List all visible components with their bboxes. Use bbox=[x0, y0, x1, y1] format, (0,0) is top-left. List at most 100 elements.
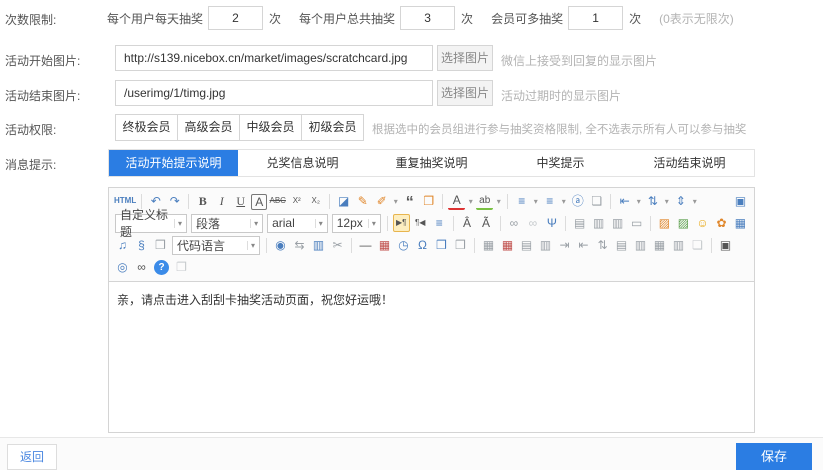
time-icon[interactable]: ◷ bbox=[395, 236, 412, 254]
snapshot-icon[interactable]: ✂ bbox=[329, 236, 346, 254]
tab-activity-end-note[interactable]: 活动结束说明 bbox=[625, 150, 754, 176]
paragraph-spacing-icon[interactable]: ⇅ bbox=[644, 192, 661, 210]
indent-icon[interactable]: ⇤ bbox=[616, 192, 633, 210]
insert-code-icon[interactable]: ❒ bbox=[152, 236, 169, 254]
fullscreen-icon[interactable]: ▣ bbox=[732, 192, 749, 210]
image-align-right-icon[interactable]: ▥ bbox=[609, 214, 626, 232]
template-icon[interactable]: ❒ bbox=[433, 236, 450, 254]
blank-doc-icon[interactable]: ❏ bbox=[588, 192, 605, 210]
image-manager-icon[interactable]: ▨ bbox=[675, 214, 692, 232]
special-char-icon[interactable]: Ω bbox=[414, 236, 431, 254]
insert-col-icon[interactable]: ⇤ bbox=[575, 236, 592, 254]
member-extra-input[interactable] bbox=[568, 6, 623, 30]
preview-icon[interactable]: ◎ bbox=[114, 258, 131, 276]
date-icon[interactable]: ▦ bbox=[376, 236, 393, 254]
lowercase-icon[interactable]: Ã bbox=[478, 214, 495, 232]
dropdown-caret-icon[interactable]: ▾ bbox=[391, 197, 400, 206]
paste-icon[interactable]: ❐ bbox=[173, 258, 190, 276]
merge-cells-icon[interactable]: ⇅ bbox=[594, 236, 611, 254]
strikethrough-icon[interactable]: ABC bbox=[269, 192, 286, 210]
member-level-ultimate[interactable]: 终极会员 bbox=[115, 114, 178, 141]
rtl-icon[interactable]: ¶◀ bbox=[412, 214, 429, 232]
back-button[interactable]: 返回 bbox=[7, 444, 57, 470]
italic-icon[interactable]: I bbox=[213, 192, 230, 210]
end-image-input[interactable] bbox=[115, 80, 433, 106]
ordered-list-icon[interactable]: ≡ bbox=[513, 192, 530, 210]
anchor2-icon[interactable]: Ψ bbox=[543, 214, 560, 232]
pagebreak-icon[interactable]: ⇆ bbox=[291, 236, 308, 254]
table-full-icon[interactable]: ▦ bbox=[651, 236, 668, 254]
page-doc-icon[interactable]: ❏ bbox=[689, 236, 706, 254]
unlink-icon[interactable]: ∞ bbox=[524, 214, 541, 232]
auto-typeset-icon[interactable]: ✐ bbox=[373, 192, 390, 210]
tab-activity-start-note[interactable]: 活动开始提示说明 bbox=[109, 150, 238, 176]
print-icon[interactable]: ▣ bbox=[717, 236, 734, 254]
unordered-list-icon[interactable]: ≡ bbox=[541, 192, 558, 210]
member-level-junior[interactable]: 初级会员 bbox=[301, 114, 364, 141]
border-text-icon[interactable]: A bbox=[251, 194, 267, 210]
delete-table-icon[interactable]: ▦ bbox=[499, 236, 516, 254]
line-spacing-icon[interactable]: ⇕ bbox=[672, 192, 689, 210]
emotion-icon[interactable]: ☺ bbox=[694, 214, 711, 232]
split-rows-icon[interactable]: ▤ bbox=[613, 236, 630, 254]
document-icon[interactable]: ❒ bbox=[452, 236, 469, 254]
table-caption-icon[interactable]: ▥ bbox=[537, 236, 554, 254]
code-language-select[interactable]: 代码语言▾ bbox=[172, 236, 260, 255]
paragraph-format-icon[interactable]: ≡ bbox=[431, 214, 448, 232]
format-brush-icon[interactable]: ✎ bbox=[354, 192, 371, 210]
total-input[interactable] bbox=[400, 6, 455, 30]
dropdown-caret-icon[interactable]: ▾ bbox=[662, 197, 671, 206]
horizontal-rule-icon[interactable]: — bbox=[357, 236, 374, 254]
member-level-high[interactable]: 高级会员 bbox=[177, 114, 240, 141]
anchor-icon[interactable]: ⓐ bbox=[569, 192, 586, 210]
insert-row-icon[interactable]: ⇥ bbox=[556, 236, 573, 254]
font-size-select[interactable]: 12px▾ bbox=[332, 214, 381, 233]
end-image-pick-button[interactable]: 选择图片 bbox=[437, 80, 493, 106]
image-align-left-icon[interactable]: ▤ bbox=[571, 214, 588, 232]
insert-image-icon[interactable]: ▨ bbox=[656, 214, 673, 232]
help-icon[interactable]: ? bbox=[154, 260, 169, 275]
subscript-icon[interactable]: X₂ bbox=[307, 192, 324, 210]
image-align-center-icon[interactable]: ▥ bbox=[590, 214, 607, 232]
dropdown-caret-icon[interactable]: ▾ bbox=[634, 197, 643, 206]
dropdown-caret-icon[interactable]: ▾ bbox=[559, 197, 568, 206]
insert-table-icon[interactable]: ▦ bbox=[480, 236, 497, 254]
highlight-color-icon[interactable]: ab bbox=[476, 193, 493, 210]
member-level-middle[interactable]: 中级会员 bbox=[239, 114, 302, 141]
start-image-pick-button[interactable]: 选择图片 bbox=[437, 45, 493, 71]
font-family-select[interactable]: arial▾ bbox=[267, 214, 328, 233]
dropdown-caret-icon[interactable]: ▾ bbox=[690, 197, 699, 206]
table-sort-icon[interactable]: ▥ bbox=[670, 236, 687, 254]
tab-redeem-info[interactable]: 兑奖信息说明 bbox=[238, 150, 367, 176]
map-icon[interactable]: ◉ bbox=[272, 236, 289, 254]
editor-content[interactable]: 亲，请点击进入刮刮卡抽奖活动页面，祝您好运哦！ bbox=[109, 282, 754, 437]
insert-video-icon[interactable]: ▦ bbox=[732, 214, 749, 232]
per-day-input[interactable] bbox=[208, 6, 263, 30]
uppercase-icon[interactable]: Â bbox=[459, 214, 476, 232]
split-cols-icon[interactable]: ▥ bbox=[632, 236, 649, 254]
table-title-icon[interactable]: ▤ bbox=[518, 236, 535, 254]
tab-repeat-draw[interactable]: 重复抽奖说明 bbox=[367, 150, 496, 176]
font-color-icon[interactable]: A bbox=[448, 193, 465, 210]
eraser-icon[interactable]: ◪ bbox=[335, 192, 352, 210]
underline-icon[interactable]: U bbox=[232, 192, 249, 210]
superscript-icon[interactable]: X² bbox=[288, 192, 305, 210]
start-image-input[interactable] bbox=[115, 45, 433, 71]
scrawl-icon[interactable]: ✿ bbox=[713, 214, 730, 232]
save-button[interactable]: 保存 bbox=[736, 443, 812, 470]
dropdown-caret-icon[interactable]: ▾ bbox=[531, 197, 540, 206]
columns-icon[interactable]: ▥ bbox=[310, 236, 327, 254]
attachment-icon[interactable]: § bbox=[133, 236, 150, 254]
search-replace-icon[interactable]: ∞ bbox=[133, 258, 150, 276]
music-icon[interactable]: ♫ bbox=[114, 236, 131, 254]
paragraph-select[interactable]: 段落▾ bbox=[191, 214, 263, 233]
dropdown-caret-icon[interactable]: ▾ bbox=[466, 197, 475, 206]
custom-title-select[interactable]: 自定义标题▾ bbox=[115, 214, 187, 233]
image-align-block-icon[interactable]: ▭ bbox=[628, 214, 645, 232]
blockquote-icon[interactable]: “ bbox=[401, 192, 418, 210]
tab-win-prompt[interactable]: 中奖提示 bbox=[496, 150, 625, 176]
link-icon[interactable]: ∞ bbox=[505, 214, 522, 232]
bold-icon[interactable]: B bbox=[194, 192, 211, 210]
paste-text-icon[interactable]: ❐ bbox=[420, 192, 437, 210]
ltr-icon[interactable]: ▶¶ bbox=[393, 214, 410, 232]
